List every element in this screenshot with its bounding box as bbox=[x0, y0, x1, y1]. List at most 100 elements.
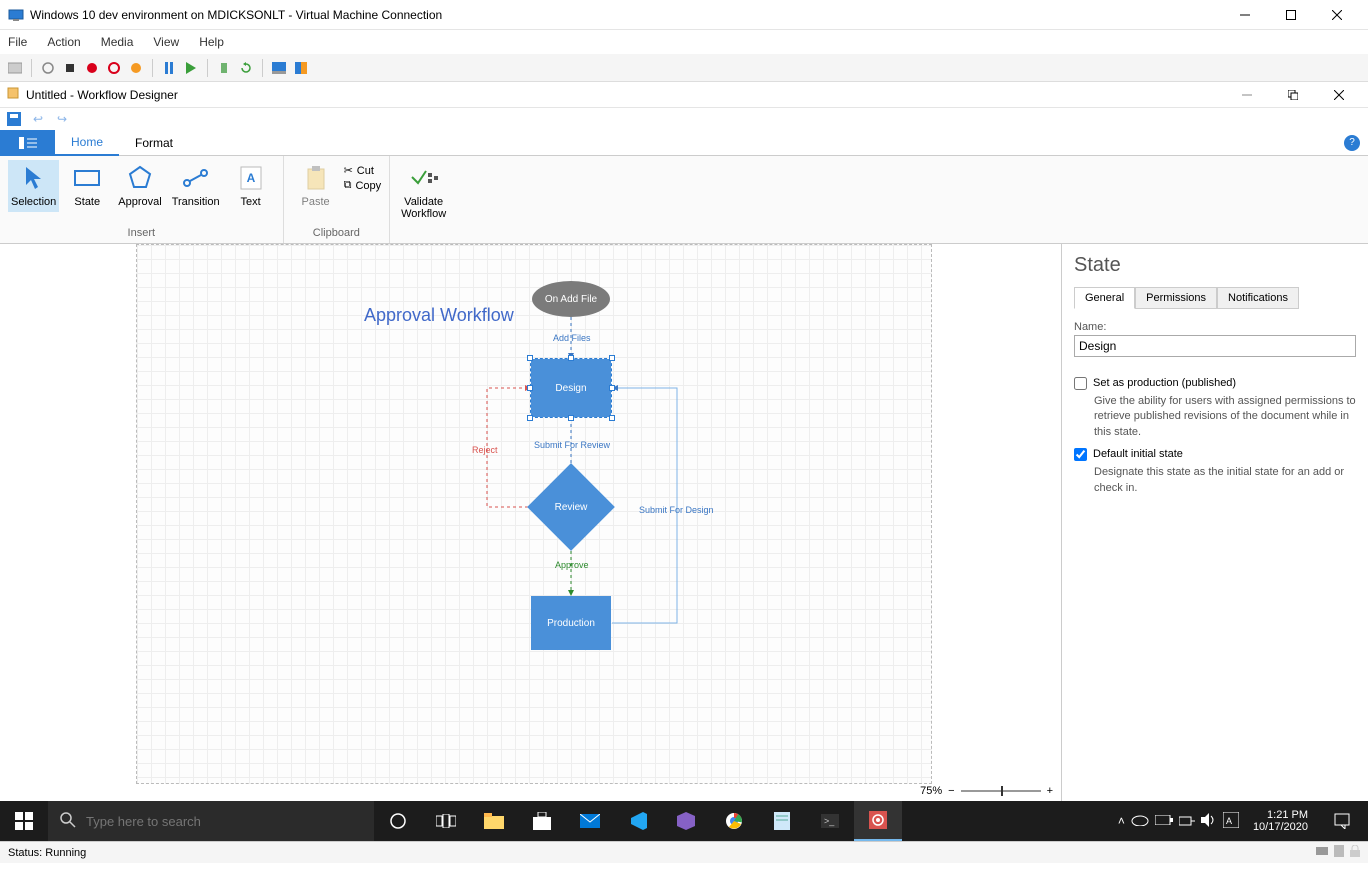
taskbar-store-icon[interactable] bbox=[518, 801, 566, 841]
qat-save-icon[interactable] bbox=[6, 111, 22, 127]
ribbon-text-tool[interactable]: A Text bbox=[227, 160, 275, 212]
vm-revert-icon[interactable] bbox=[237, 59, 255, 77]
vm-pause-icon[interactable] bbox=[160, 59, 178, 77]
cut-icon: ✂ bbox=[344, 164, 353, 177]
vm-menu-help[interactable]: Help bbox=[199, 35, 224, 49]
vm-minimize-button[interactable] bbox=[1222, 0, 1268, 30]
panel-tab-general[interactable]: General bbox=[1074, 287, 1135, 309]
taskbar-mail-icon[interactable] bbox=[566, 801, 614, 841]
tray-network-icon[interactable] bbox=[1179, 813, 1195, 830]
ribbon-state-tool[interactable]: State bbox=[63, 160, 111, 212]
tray-chevron-icon[interactable]: ˄ bbox=[1118, 814, 1125, 828]
edge-submit-review[interactable]: Submit For Review bbox=[534, 440, 610, 450]
node-design[interactable]: Design bbox=[531, 359, 611, 417]
ribbon-approval-tool[interactable]: Approval bbox=[115, 160, 164, 212]
app-icon bbox=[6, 86, 20, 103]
taskbar-explorer-icon[interactable] bbox=[470, 801, 518, 841]
edge-add-files[interactable]: Add Files bbox=[553, 333, 591, 343]
svg-text:A: A bbox=[246, 171, 255, 185]
taskbar-taskview-icon[interactable] bbox=[422, 801, 470, 841]
ribbon-cut-button[interactable]: ✂Cut bbox=[344, 164, 382, 177]
vm-turnoff-icon[interactable] bbox=[61, 59, 79, 77]
ribbon-help-button[interactable]: ? bbox=[1344, 135, 1360, 151]
taskbar-notepad-icon[interactable] bbox=[758, 801, 806, 841]
ribbon-label: Approval bbox=[118, 196, 161, 208]
tray-battery-icon[interactable] bbox=[1155, 814, 1173, 828]
edge-approve[interactable]: Approve bbox=[555, 560, 589, 570]
vm-menu-media[interactable]: Media bbox=[101, 35, 134, 49]
vm-resume-icon[interactable] bbox=[182, 59, 200, 77]
node-production[interactable]: Production bbox=[531, 596, 611, 650]
vm-status-lock-icon bbox=[1350, 845, 1360, 860]
workflow-title: Approval Workflow bbox=[364, 305, 514, 327]
ribbon-transition-tool[interactable]: Transition bbox=[169, 160, 223, 212]
vm-status-text: Status: Running bbox=[8, 847, 86, 859]
ribbon-selection-tool[interactable]: Selection bbox=[8, 160, 59, 212]
qat-redo-icon[interactable]: ↪ bbox=[54, 111, 70, 127]
app-close-button[interactable] bbox=[1316, 82, 1362, 108]
vm-menu-bar: File Action Media View Help bbox=[0, 30, 1368, 54]
ribbon-view-switcher[interactable] bbox=[0, 130, 55, 156]
ribbon-group-insert: Insert bbox=[8, 225, 275, 243]
ribbon-tab-home[interactable]: Home bbox=[55, 130, 119, 156]
zoom-level: 75% bbox=[920, 785, 942, 797]
node-review[interactable]: Review bbox=[540, 476, 602, 538]
ribbon-group-clipboard: Clipboard bbox=[292, 225, 382, 243]
vm-start-icon[interactable] bbox=[39, 59, 57, 77]
edge-reject[interactable]: Reject bbox=[472, 445, 498, 455]
app-maximize-button[interactable] bbox=[1270, 82, 1316, 108]
production-checkbox[interactable] bbox=[1074, 377, 1087, 390]
ribbon-label: Transition bbox=[172, 196, 220, 208]
vm-menu-file[interactable]: File bbox=[8, 35, 27, 49]
vm-status-disk-icon bbox=[1334, 845, 1344, 860]
tray-volume-icon[interactable] bbox=[1201, 813, 1217, 830]
ribbon-copy-button[interactable]: ⧉Copy bbox=[344, 179, 382, 192]
panel-tab-permissions[interactable]: Permissions bbox=[1135, 287, 1217, 309]
vm-share-icon[interactable] bbox=[292, 59, 310, 77]
start-button[interactable] bbox=[0, 801, 48, 841]
tray-clock[interactable]: 1:21 PM 10/17/2020 bbox=[1245, 809, 1316, 833]
name-input[interactable] bbox=[1074, 335, 1356, 357]
ribbon-tab-format[interactable]: Format bbox=[119, 130, 189, 156]
taskbar-workflow-icon[interactable] bbox=[854, 801, 902, 841]
ribbon-paste-button[interactable]: Paste bbox=[292, 160, 340, 212]
vm-ctrlaltdel-icon[interactable] bbox=[6, 59, 24, 77]
vm-maximize-button[interactable] bbox=[1268, 0, 1314, 30]
taskbar-search[interactable] bbox=[48, 801, 374, 841]
initial-state-desc: Designate this state as the initial stat… bbox=[1094, 465, 1356, 496]
ribbon-label: Paste bbox=[302, 196, 330, 208]
vm-save-icon[interactable] bbox=[105, 59, 123, 77]
name-label: Name: bbox=[1074, 321, 1106, 333]
taskbar-vs-icon[interactable] bbox=[662, 801, 710, 841]
vm-checkpoint-icon[interactable] bbox=[215, 59, 233, 77]
app-minimize-button[interactable] bbox=[1224, 82, 1270, 108]
vm-close-button[interactable] bbox=[1314, 0, 1360, 30]
panel-tab-notifications[interactable]: Notifications bbox=[1217, 287, 1299, 309]
vm-enhanced-icon[interactable] bbox=[270, 59, 288, 77]
zoom-in-button[interactable]: + bbox=[1047, 785, 1053, 797]
vm-reset-icon[interactable] bbox=[127, 59, 145, 77]
ribbon-label: State bbox=[74, 196, 100, 208]
tray-ime-icon[interactable]: A bbox=[1223, 812, 1239, 831]
vm-menu-view[interactable]: View bbox=[153, 35, 179, 49]
taskbar-vscode-icon[interactable] bbox=[614, 801, 662, 841]
taskbar-chrome-icon[interactable] bbox=[710, 801, 758, 841]
tray-onedrive-icon[interactable] bbox=[1131, 814, 1149, 829]
taskbar-terminal-icon[interactable]: >_ bbox=[806, 801, 854, 841]
qat-undo-icon[interactable]: ↩ bbox=[30, 111, 46, 127]
ribbon-validate-button[interactable]: Validate Workflow bbox=[398, 160, 449, 224]
vm-menu-action[interactable]: Action bbox=[47, 35, 80, 49]
vm-window-title: Windows 10 dev environment on MDICKSONLT… bbox=[30, 8, 1222, 22]
panel-title: State bbox=[1074, 254, 1356, 277]
taskbar-cortana-icon[interactable] bbox=[374, 801, 422, 841]
vm-shutdown-icon[interactable] bbox=[83, 59, 101, 77]
initial-state-checkbox[interactable] bbox=[1074, 448, 1087, 461]
ribbon-label: Selection bbox=[11, 196, 56, 208]
taskbar-search-input[interactable] bbox=[86, 814, 362, 829]
zoom-out-button[interactable]: − bbox=[948, 785, 954, 797]
workflow-canvas[interactable]: Approval Workflow On Ad bbox=[136, 244, 932, 784]
tray-notifications-icon[interactable] bbox=[1322, 801, 1362, 841]
edge-submit-design[interactable]: Submit For Design bbox=[639, 505, 714, 515]
node-on-add-file[interactable]: On Add File bbox=[532, 281, 610, 317]
zoom-slider[interactable] bbox=[961, 790, 1041, 792]
